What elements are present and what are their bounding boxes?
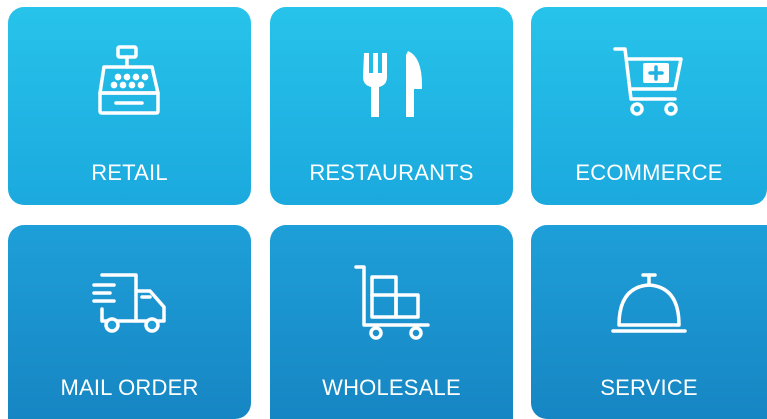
tile-retail[interactable]: RETAIL [8,7,251,205]
tile-label: RETAIL [91,160,168,185]
industry-grid: RETAIL RESTAURANTS ECOMMERCE MAIL ORDER … [0,0,767,419]
service-bell-icon [609,263,689,343]
shopping-cart-icon [609,41,689,121]
tile-wholesale[interactable]: WHOLESALE [270,225,513,419]
tile-restaurants[interactable]: RESTAURANTS [270,7,513,205]
tile-label: SERVICE [600,375,698,400]
hand-truck-boxes-icon [352,263,432,343]
fork-knife-icon [352,41,432,121]
tile-ecommerce[interactable]: ECOMMERCE [531,7,767,205]
tile-label: ECOMMERCE [575,160,723,185]
delivery-truck-icon [90,263,170,343]
tile-mail-order[interactable]: MAIL ORDER [8,225,251,419]
tile-label: WHOLESALE [322,375,461,400]
cash-register-icon [90,41,170,121]
tile-label: RESTAURANTS [309,160,474,185]
tile-label: MAIL ORDER [60,375,199,400]
tile-service[interactable]: SERVICE [531,225,767,419]
